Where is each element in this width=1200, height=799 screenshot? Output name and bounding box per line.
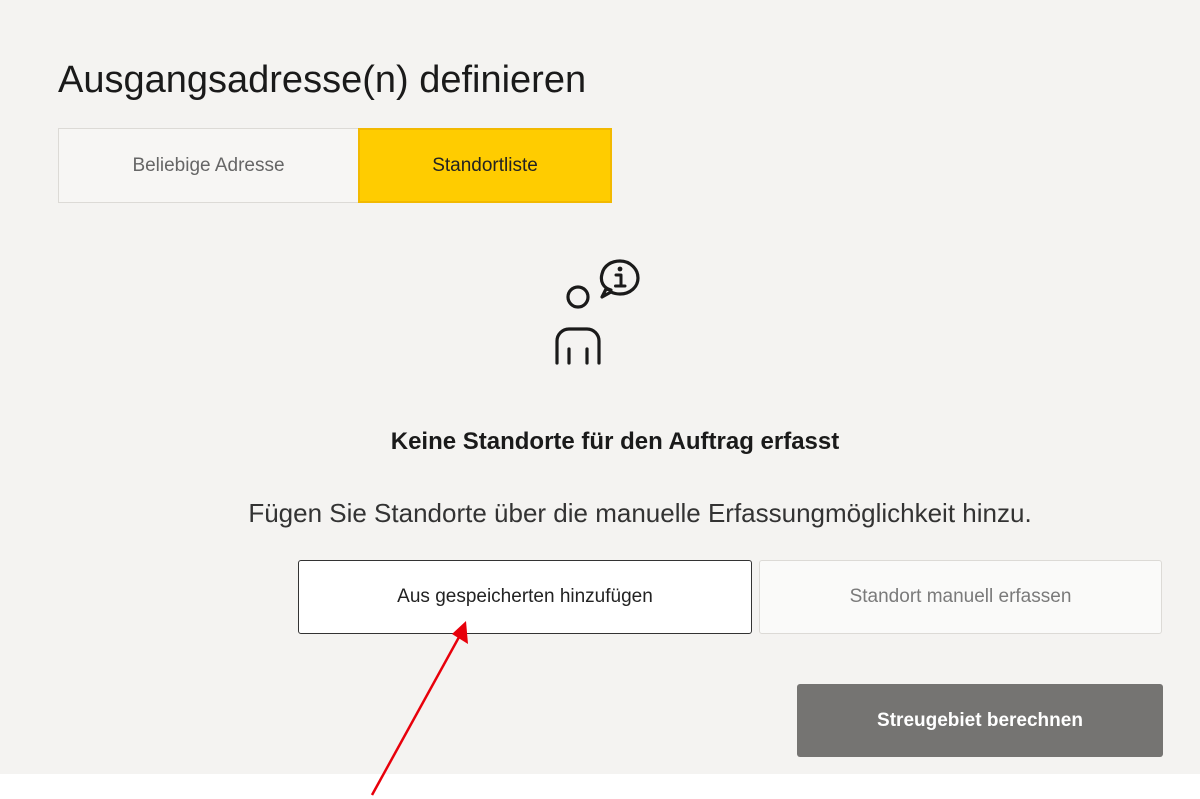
add-from-saved-button[interactable]: Aus gespeicherten hinzufügen xyxy=(298,560,752,634)
location-panel: Ausgangsadresse(n) definieren Beliebige … xyxy=(0,0,1200,774)
tab-location-list[interactable]: Standortliste xyxy=(358,128,612,203)
calculate-area-button[interactable]: Streugebiet berechnen xyxy=(797,684,1163,757)
tab-any-address[interactable]: Beliebige Adresse xyxy=(58,128,358,203)
person-info-speech-icon xyxy=(555,259,640,365)
empty-state-headline: Keine Standorte für den Auftrag erfasst xyxy=(390,428,840,455)
manual-entry-button[interactable]: Standort manuell erfassen xyxy=(759,560,1162,634)
empty-state-description: Fügen Sie Standorte über die manuelle Er… xyxy=(248,498,1032,528)
page-title: Ausgangsadresse(n) definieren xyxy=(58,59,587,101)
